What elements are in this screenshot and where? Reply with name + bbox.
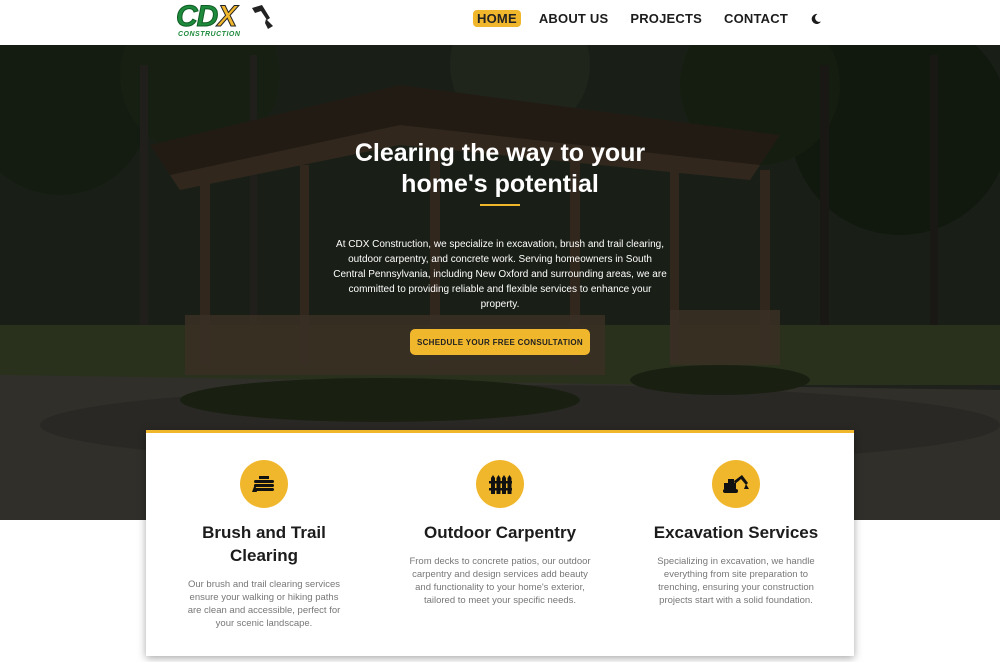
- services-card: Brush and Trail Clearing Our brush and t…: [146, 430, 854, 656]
- service-brush-trail-clearing: Brush and Trail Clearing Our brush and t…: [146, 433, 382, 656]
- service-description: From decks to concrete patios, our outdo…: [409, 556, 591, 606]
- moon-icon[interactable]: [810, 13, 822, 25]
- nav-contact[interactable]: CONTACT: [720, 10, 792, 27]
- schedule-consultation-button[interactable]: SCHEDULE YOUR FREE CONSULTATION: [410, 329, 590, 355]
- hero-title: Clearing the way to your home's potentia…: [354, 139, 646, 198]
- service-description: Specializing in excavation, we handle ev…: [657, 556, 815, 606]
- nav-home[interactable]: HOME: [473, 10, 521, 27]
- excavator-icon: [712, 460, 760, 508]
- cdx-logo[interactable]: CDX CONSTRUCTION: [175, 0, 273, 40]
- main-nav: HOME ABOUT US PROJECTS CONTACT: [473, 10, 822, 27]
- service-description: Our brush and trail clearing services en…: [187, 579, 341, 629]
- fence-icon: [476, 460, 524, 508]
- service-excavation: Excavation Services Specializing in exca…: [618, 433, 854, 656]
- service-title: Outdoor Carpentry: [423, 523, 577, 542]
- nav-projects[interactable]: PROJECTS: [626, 10, 706, 27]
- navbar: CDX CONSTRUCTION HOME ABOUT US PROJECTS …: [0, 0, 1000, 45]
- log-pile-icon: [240, 460, 288, 508]
- logo-excavator-icon: [252, 5, 273, 29]
- service-title: Brush and Trail Clearing: [202, 523, 326, 565]
- logo-wordmark: CDX: [175, 0, 237, 34]
- service-title: Excavation Services: [653, 523, 819, 542]
- logo-subtitle: CONSTRUCTION: [178, 31, 241, 38]
- service-outdoor-carpentry: Outdoor Carpentry From decks to concrete…: [382, 433, 618, 656]
- hero-divider: [480, 204, 520, 206]
- nav-about-us[interactable]: ABOUT US: [535, 10, 613, 27]
- hero-description: At CDX Construction, we specialize in ex…: [333, 239, 667, 310]
